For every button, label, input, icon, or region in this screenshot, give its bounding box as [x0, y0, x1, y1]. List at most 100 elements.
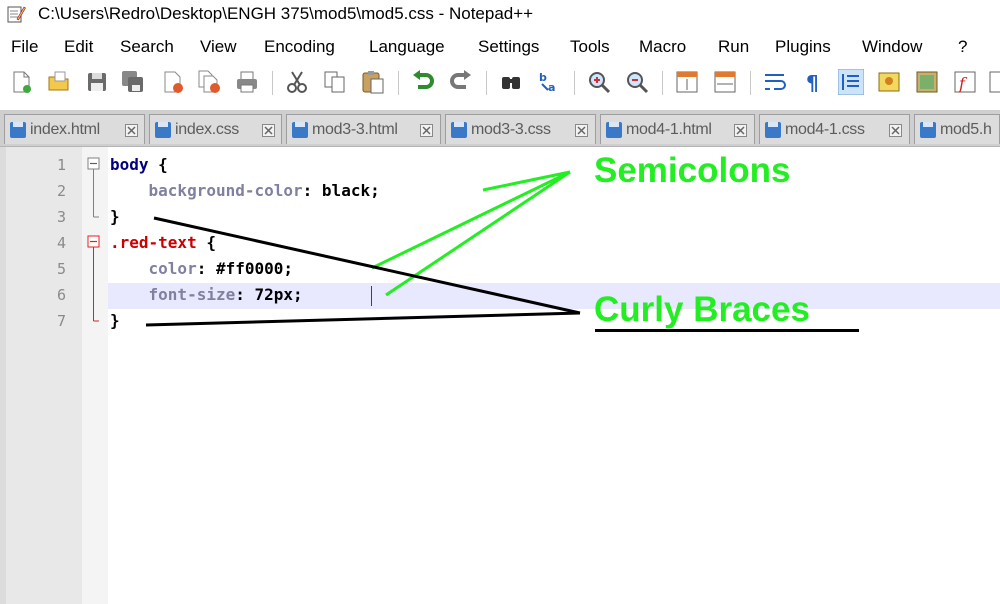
sync-horizontal-icon[interactable] — [712, 69, 738, 95]
word-wrap-icon[interactable] — [762, 69, 788, 95]
menu-window[interactable]: Window — [862, 37, 922, 57]
menu-bar: File Edit Search View Encoding Language … — [0, 33, 1000, 61]
text-caret — [371, 286, 372, 306]
copy-icon[interactable] — [322, 69, 348, 95]
colon: : — [196, 259, 216, 278]
tab-mod4-1-css[interactable]: mod4-1.css — [759, 114, 910, 144]
toolbar-separator — [486, 71, 487, 95]
line-number: 3 — [56, 208, 66, 226]
close-tab-icon[interactable] — [420, 124, 433, 137]
css-property: font-size — [148, 285, 236, 304]
paste-icon[interactable] — [360, 69, 386, 95]
menu-plugins[interactable]: Plugins — [775, 37, 831, 57]
semicolons-label: Semicolons — [594, 151, 791, 190]
menu-settings[interactable]: Settings — [478, 37, 539, 57]
close-tab-icon[interactable] — [125, 124, 138, 137]
menu-tools[interactable]: Tools — [570, 37, 610, 57]
saved-file-icon — [606, 122, 622, 138]
function-list-icon[interactable]: f — [952, 69, 978, 95]
toolbar: ba ¶ f — [0, 63, 1000, 103]
notepad-icon — [7, 6, 26, 23]
menu-search[interactable]: Search — [120, 37, 174, 57]
show-all-chars-icon[interactable]: ¶ — [800, 69, 826, 95]
tab-mod3-3-css[interactable]: mod3-3.css — [445, 114, 596, 144]
save-icon[interactable] — [84, 69, 110, 95]
fold-collapse-icon[interactable] — [87, 235, 100, 248]
code-line: } — [110, 207, 120, 226]
menu-run[interactable]: Run — [718, 37, 749, 57]
cut-icon[interactable] — [284, 69, 310, 95]
zoom-in-icon[interactable] — [586, 69, 612, 95]
svg-text:b: b — [539, 71, 547, 84]
zoom-out-icon[interactable] — [624, 69, 650, 95]
css-property: color — [148, 259, 197, 278]
tab-label: index.css — [175, 121, 239, 138]
saved-file-icon — [10, 122, 26, 138]
svg-text:¶: ¶ — [806, 71, 819, 95]
css-value: black — [321, 181, 371, 200]
indent-guide-icon[interactable] — [838, 69, 864, 95]
new-file-icon[interactable] — [8, 69, 34, 95]
saved-file-icon — [920, 122, 936, 138]
open-file-icon[interactable] — [46, 69, 72, 95]
replace-icon[interactable]: ba — [536, 69, 562, 95]
close-tab-icon[interactable] — [889, 124, 902, 137]
close-icon[interactable] — [160, 69, 186, 95]
tab-index-html[interactable]: index.html — [4, 114, 145, 144]
menu-view[interactable]: View — [200, 37, 237, 57]
open-brace: { — [148, 155, 168, 174]
line-number: 4 — [56, 234, 66, 252]
saved-file-icon — [155, 122, 171, 138]
tab-label: mod5.h — [940, 121, 992, 138]
menu-encoding[interactable]: Encoding — [264, 37, 335, 57]
menu-macro[interactable]: Macro — [639, 37, 686, 57]
close-tab-icon[interactable] — [734, 124, 747, 137]
code-line: background-color: black; — [110, 181, 380, 200]
fold-collapse-icon[interactable] — [87, 157, 100, 170]
code-line: body { — [110, 155, 168, 174]
menu-edit[interactable]: Edit — [64, 37, 93, 57]
tab-label: index.html — [30, 121, 100, 138]
find-icon[interactable] — [498, 69, 524, 95]
colon: : — [302, 181, 322, 200]
tab-index-css[interactable]: index.css — [149, 114, 282, 144]
doc-map-icon[interactable] — [914, 69, 940, 95]
user-language-icon[interactable] — [876, 69, 902, 95]
redo-icon[interactable] — [448, 69, 474, 95]
tab-mod5-html[interactable]: mod5.h — [914, 114, 1000, 144]
code-line: font-size: 72px; — [110, 285, 303, 304]
line-number: 7 — [56, 312, 66, 330]
close-brace: } — [110, 207, 120, 226]
menu-help[interactable]: ? — [958, 37, 967, 57]
toolbar-separator — [662, 71, 663, 95]
menu-language[interactable]: Language — [369, 37, 445, 57]
tab-label: mod4-1.css — [785, 121, 865, 138]
folder-as-workspace-icon[interactable] — [988, 69, 1000, 95]
tab-mod4-1-html[interactable]: mod4-1.html — [600, 114, 755, 144]
close-all-icon[interactable] — [196, 69, 222, 95]
semicolon: ; — [293, 285, 303, 304]
saved-file-icon — [292, 122, 308, 138]
close-brace: } — [110, 311, 120, 330]
tab-mod3-3-html[interactable]: mod3-3.html — [286, 114, 441, 144]
tab-label: mod3-3.css — [471, 121, 551, 138]
line-number: 1 — [56, 156, 66, 174]
toolbar-separator — [398, 71, 399, 95]
toolbar-separator — [272, 71, 273, 95]
css-selector: body — [110, 155, 149, 174]
close-tab-icon[interactable] — [262, 124, 275, 137]
code-line: color: #ff0000; — [110, 259, 294, 278]
open-brace: { — [196, 233, 216, 252]
tab-label: mod3-3.html — [312, 121, 398, 138]
title-bar: C:\Users\Redro\Desktop\ENGH 375\mod5\mod… — [0, 0, 1000, 30]
menu-file[interactable]: File — [11, 37, 38, 57]
fold-markers — [87, 157, 100, 322]
editor[interactable]: 1 2 3 4 5 6 7 body { background-color: b… — [0, 147, 1000, 604]
css-selector: .red-text — [110, 233, 197, 252]
undo-icon[interactable] — [410, 69, 436, 95]
save-all-icon[interactable] — [120, 69, 146, 95]
line-number-gutter: 1 2 3 4 5 6 7 — [0, 147, 82, 604]
print-icon[interactable] — [234, 69, 260, 95]
sync-vertical-icon[interactable] — [674, 69, 700, 95]
close-tab-icon[interactable] — [575, 124, 588, 137]
